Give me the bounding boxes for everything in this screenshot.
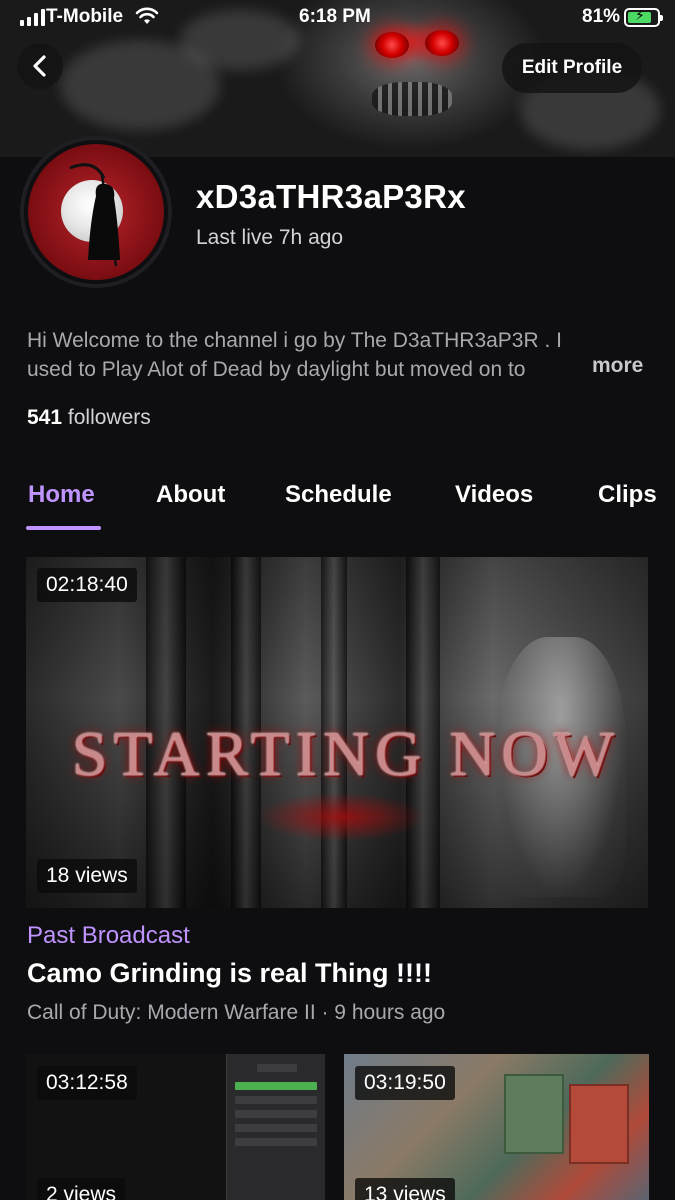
video-type-label: Past Broadcast <box>27 922 190 949</box>
last-live-status: Last live 7h ago <box>196 226 344 249</box>
video-thumbnail[interactable]: 03:19:50 13 views <box>344 1054 649 1200</box>
tab-about[interactable]: About <box>156 481 225 509</box>
duration-badge: 03:19:50 <box>355 1066 455 1100</box>
followers-label: followers <box>67 406 151 429</box>
thumbnail-title-text: STARTING NOW <box>71 718 621 789</box>
cellular-signal-icon <box>20 9 45 26</box>
tab-clips[interactable]: Clips <box>598 481 657 509</box>
tab-schedule[interactable]: Schedule <box>285 481 392 509</box>
video-thumbnail[interactable]: 03:12:58 2 views <box>26 1054 325 1200</box>
views-badge: 2 views <box>37 1178 126 1200</box>
channel-bio: Hi Welcome to the channel i go by The D3… <box>27 326 657 384</box>
battery-percent: 81% <box>582 6 621 27</box>
duration-badge: 03:12:58 <box>37 1066 137 1100</box>
wifi-icon <box>135 7 159 31</box>
bio-line: Hi Welcome to the channel i go by The D3… <box>27 329 562 352</box>
tab-videos[interactable]: Videos <box>455 481 533 509</box>
avatar[interactable] <box>20 136 172 288</box>
edit-profile-button[interactable]: Edit Profile <box>502 43 642 93</box>
followers-number: 541 <box>27 406 63 429</box>
video-title[interactable]: Camo Grinding is real Thing !!!! <box>27 958 432 989</box>
tab-home[interactable]: Home <box>28 481 95 509</box>
featured-video-thumbnail[interactable]: STARTING NOW 02:18:40 18 views <box>26 557 648 908</box>
battery-charging-icon: ⚡ <box>624 7 663 27</box>
duration-badge: 02:18:40 <box>37 568 137 602</box>
carrier-name: T-Mobile <box>46 6 124 27</box>
status-bar: T-Mobile 6:18 PM 81% ⚡ <box>0 0 675 36</box>
active-tab-indicator <box>26 526 101 530</box>
channel-page: T-Mobile 6:18 PM 81% ⚡ Edit Profile xD3a… <box>0 0 675 1200</box>
video-meta: Call of Duty: Modern Warfare II · 9 hour… <box>27 1001 446 1024</box>
bio-more-link[interactable]: more <box>592 354 643 378</box>
followers-count[interactable]: 541 followers <box>27 406 151 430</box>
chevron-left-icon <box>33 55 46 77</box>
views-badge: 13 views <box>355 1178 455 1200</box>
channel-name: xD3aTHR3aP3Rx <box>196 178 466 215</box>
clock: 6:18 PM <box>299 6 371 27</box>
views-badge: 18 views <box>37 859 137 893</box>
bio-line: used to Play Alot of Dead by daylight bu… <box>27 358 526 381</box>
back-button[interactable] <box>17 43 63 89</box>
